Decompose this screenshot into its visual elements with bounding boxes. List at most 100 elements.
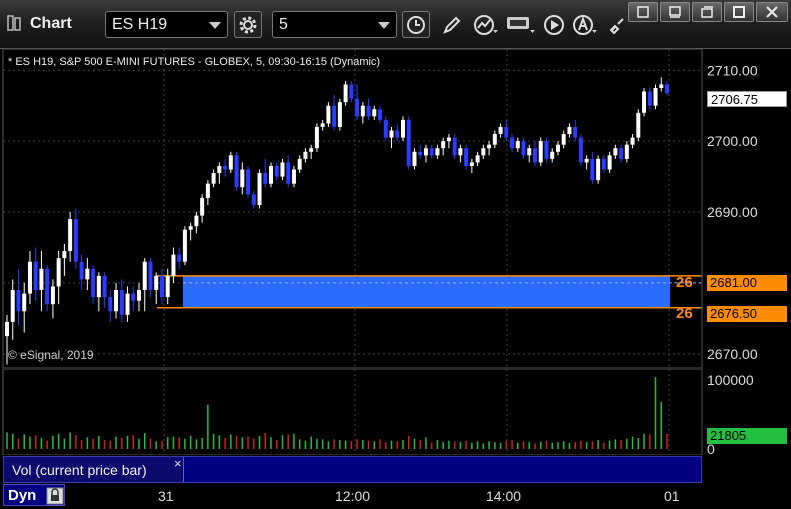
- time-label-31: 31: [158, 488, 174, 504]
- candle-body: [326, 105, 331, 124]
- alerts-button[interactable]: [571, 11, 599, 38]
- candle-body: [125, 293, 130, 315]
- copyright-text: © eSignal, 2019: [8, 348, 94, 362]
- candle-body: [360, 105, 365, 117]
- volume-chart[interactable]: 0100000: [0, 369, 791, 455]
- candle-body: [510, 137, 515, 149]
- symbol-dropdown[interactable]: ES H19: [105, 11, 228, 38]
- get-data-button[interactable]: [505, 11, 537, 38]
- candle-body: [297, 158, 302, 170]
- candle-body: [481, 148, 486, 156]
- candle-body: [194, 215, 199, 227]
- zone-high-line-label: 26: [676, 274, 693, 291]
- window-menu-button[interactable]: [628, 2, 658, 22]
- dynamic-mode-button[interactable]: Dyn: [3, 484, 65, 506]
- candle-body: [5, 321, 9, 337]
- price-chart[interactable]: 2670.002680.002690.002700.002710.00: [0, 49, 791, 369]
- candle-body: [16, 290, 21, 312]
- candle-body: [50, 286, 55, 305]
- candle-body: [573, 126, 578, 138]
- toolbar: Chart ES H19 5: [0, 0, 791, 49]
- candle-body: [159, 275, 164, 298]
- candle-body: [62, 251, 67, 259]
- candle-body: [590, 158, 595, 181]
- draw-tool-button[interactable]: [438, 11, 466, 38]
- candle-body: [401, 119, 405, 138]
- window-menu-icon: [637, 6, 649, 18]
- candle-body: [533, 148, 537, 163]
- candle-body: [412, 151, 417, 166]
- candle-body: [395, 130, 400, 138]
- candle-body: [596, 158, 601, 181]
- line-chart-icon: [474, 14, 498, 35]
- candle-body: [619, 148, 624, 159]
- candle-body: [320, 123, 325, 127]
- candle-body: [182, 229, 187, 262]
- candle-body: [228, 155, 233, 170]
- time-label-1400: 14:00: [486, 488, 522, 504]
- candle-body: [418, 151, 423, 156]
- interval-dropdown[interactable]: 5: [272, 11, 397, 38]
- candle-body: [469, 162, 474, 166]
- candle-body: [211, 173, 216, 184]
- candle-body: [68, 219, 73, 252]
- candle-body: [240, 169, 245, 188]
- candle-body: [642, 91, 647, 113]
- volume-last-tag: 21805: [707, 428, 787, 444]
- candle-body: [607, 155, 612, 170]
- restore-icon: [701, 6, 713, 18]
- chart-app-icon: [7, 14, 27, 39]
- study-label[interactable]: Vol (current price bar): [4, 457, 184, 482]
- chevron-down-icon: [209, 22, 221, 29]
- minimize-button[interactable]: [660, 2, 690, 22]
- candle-body: [378, 109, 383, 120]
- link-icon: [609, 17, 624, 34]
- candle-body: [280, 162, 285, 177]
- replay-button[interactable]: [540, 11, 568, 38]
- candle-body: [246, 169, 251, 195]
- restore-button[interactable]: [692, 2, 722, 22]
- candle-body: [406, 119, 411, 166]
- price-tick-label: 2690.00: [707, 204, 758, 220]
- support-zone[interactable]: [157, 275, 702, 309]
- study-bar[interactable]: Vol (current price bar) ×: [3, 456, 702, 483]
- candle-body: [142, 261, 147, 291]
- gear-icon: [239, 16, 257, 33]
- time-template-button[interactable]: [402, 11, 430, 38]
- candle-body: [45, 268, 50, 305]
- chevron-down-icon: [378, 22, 390, 29]
- candle-body: [504, 126, 509, 138]
- close-button[interactable]: [756, 2, 788, 22]
- candle-body: [601, 158, 606, 170]
- candle-body: [269, 165, 273, 184]
- candle-body: [423, 148, 428, 156]
- alert-a-icon: [573, 14, 597, 35]
- candle-body: [165, 275, 170, 298]
- volume-tick-label: 100000: [707, 372, 754, 388]
- candle-body: [205, 183, 210, 198]
- candle-body: [171, 254, 176, 276]
- candle-body: [544, 141, 549, 159]
- pencil-icon: [443, 16, 461, 34]
- candle-body: [251, 194, 256, 205]
- candle-body: [114, 290, 119, 312]
- candle-body: [383, 119, 388, 138]
- get-icon: [507, 16, 535, 33]
- candle-body: [131, 293, 136, 301]
- close-study-icon[interactable]: ×: [174, 456, 182, 471]
- candle-body: [85, 268, 90, 280]
- zone-fill: [183, 275, 670, 308]
- candle-body: [332, 105, 337, 127]
- candle-body: [435, 148, 440, 156]
- candle-body: [366, 105, 371, 117]
- maximize-button[interactable]: [724, 2, 754, 22]
- candle-body: [561, 134, 566, 145]
- candle-body: [263, 173, 268, 184]
- window-title: Chart: [30, 15, 72, 32]
- candle-body: [555, 144, 560, 152]
- studies-button[interactable]: [472, 11, 500, 38]
- price-tick-label: 2700.00: [707, 133, 758, 149]
- candle-body: [286, 162, 291, 184]
- settings-button[interactable]: [234, 11, 262, 38]
- link-button[interactable]: [603, 11, 631, 38]
